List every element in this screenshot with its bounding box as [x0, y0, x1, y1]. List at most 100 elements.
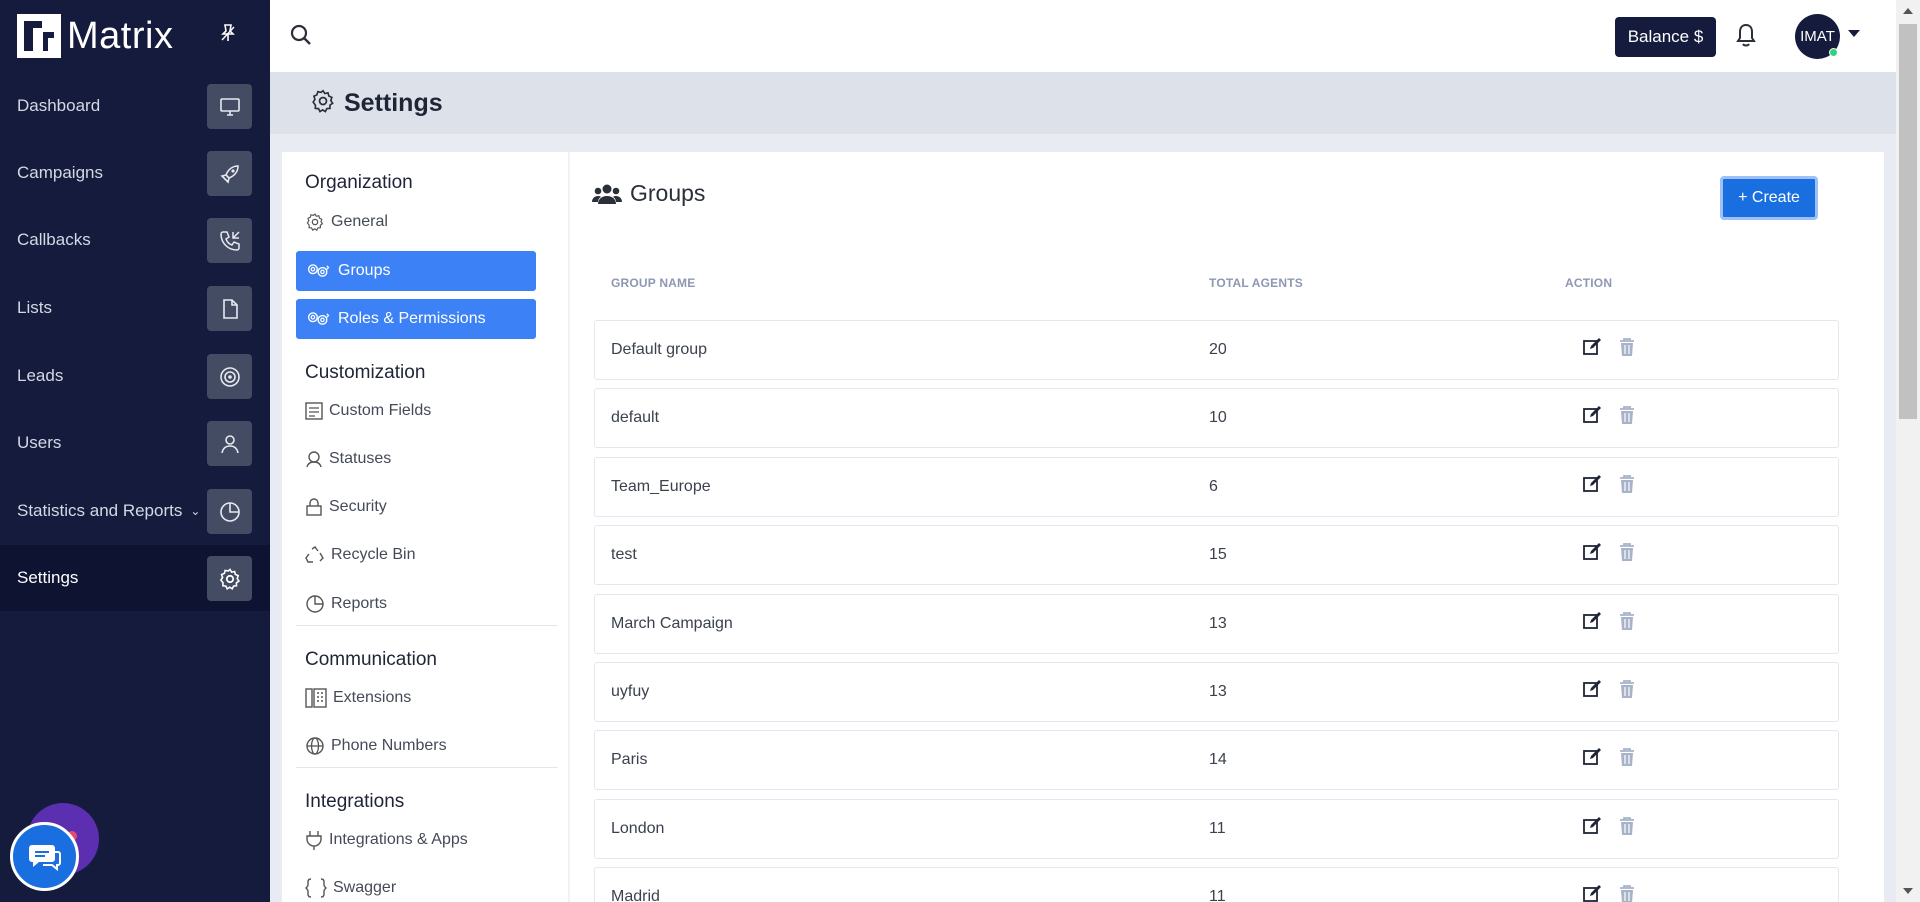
groups-title: Groups [592, 180, 705, 207]
table-row: London 11 [594, 798, 1839, 859]
total-agents-cell: 10 [1209, 409, 1227, 427]
row-actions [1582, 405, 1636, 425]
sidebar-item-label: Settings [17, 568, 79, 587]
roles-gear-icon [307, 312, 330, 325]
edit-icon[interactable] [1582, 884, 1602, 902]
total-agents-cell: 6 [1209, 477, 1218, 495]
target-icon [207, 354, 252, 399]
sidebar-item-leads[interactable]: Leads [0, 343, 270, 409]
trash-icon[interactable] [1618, 405, 1636, 425]
bell-icon[interactable] [1735, 22, 1757, 53]
subnav-item-reports[interactable]: Reports [305, 594, 387, 614]
trash-icon[interactable] [1618, 816, 1636, 836]
recycle-icon [305, 546, 324, 563]
avatar[interactable]: IMAT [1795, 14, 1840, 59]
edit-icon[interactable] [1582, 679, 1602, 699]
subnav-item-statuses[interactable]: Statuses [305, 450, 391, 468]
trash-icon[interactable] [1618, 474, 1636, 494]
subnav-item-general[interactable]: General [305, 212, 388, 232]
caret-down-icon[interactable] [1848, 30, 1860, 37]
table-row: Default group 20 [594, 320, 1839, 380]
trash-icon[interactable] [1618, 884, 1636, 902]
column-header-action: ACTION [1565, 276, 1613, 290]
sidebar-item-users[interactable]: Users [0, 410, 270, 476]
sidebar-item-statistics[interactable]: Statistics and Reports ⌄ [0, 478, 270, 544]
total-agents-cell: 11 [1209, 888, 1226, 902]
lock-icon [306, 498, 322, 516]
trash-icon[interactable] [1618, 337, 1636, 357]
section-title-organization: Organization [305, 172, 413, 193]
groups-section: Groups + Create GROUP NAME TOTAL AGENTS … [570, 152, 1884, 902]
edit-icon[interactable] [1582, 542, 1602, 562]
sidebar-item-campaigns[interactable]: Campaigns [0, 140, 270, 206]
sidebar-item-settings[interactable]: Settings [0, 545, 270, 611]
create-button[interactable]: + Create [1720, 176, 1818, 220]
total-agents-cell: 14 [1209, 751, 1227, 769]
search-icon[interactable] [290, 24, 312, 51]
user-icon [207, 421, 252, 466]
subnav-item-groups[interactable]: Groups [296, 251, 536, 291]
settings-panel: Organization General Groups Roles & Perm… [282, 152, 1884, 902]
subnav-item-label: Reports [331, 595, 388, 612]
subnav-item-label: Integrations & Apps [329, 831, 468, 848]
subnav-item-swagger[interactable]: Swagger [305, 878, 396, 898]
sidebar-item-label: Campaigns [17, 163, 103, 182]
subnav-item-phone-numbers[interactable]: Phone Numbers [305, 736, 447, 756]
section-title-customization: Customization [305, 362, 426, 383]
group-name-cell: March Campaign [611, 614, 733, 632]
section-title-communication: Communication [305, 649, 437, 670]
chevron-down-icon: ⌄ [190, 504, 201, 518]
gear-icon [310, 88, 336, 119]
rocket-icon [207, 151, 252, 196]
sidebar-item-callbacks[interactable]: Callbacks [0, 207, 270, 273]
section-title-integrations: Integrations [305, 791, 405, 812]
sidebar-item-dashboard[interactable]: Dashboard [0, 73, 270, 139]
scroll-up-arrow[interactable] [1903, 8, 1913, 14]
row-actions [1582, 542, 1636, 562]
row-actions [1582, 679, 1636, 699]
table-row: test 15 [594, 525, 1839, 586]
edit-icon[interactable] [1582, 747, 1602, 767]
subnav-item-custom-fields[interactable]: Custom Fields [305, 402, 431, 420]
scrollbar-thumb[interactable] [1899, 24, 1917, 419]
pie-chart-icon [207, 489, 252, 534]
edit-icon[interactable] [1582, 474, 1602, 494]
trash-icon[interactable] [1618, 611, 1636, 631]
page-title: Settings [344, 88, 443, 117]
chat-widget-button[interactable] [10, 822, 79, 891]
balance-button[interactable]: Balance $ [1615, 17, 1716, 57]
pin-icon[interactable] [220, 24, 236, 47]
topbar: Balance $ IMAT [270, 0, 1896, 72]
trash-icon[interactable] [1618, 679, 1636, 699]
column-header-group-name: GROUP NAME [611, 276, 696, 290]
sidebar-item-lists[interactable]: Lists [0, 275, 270, 341]
total-agents-cell: 15 [1209, 546, 1227, 564]
edit-icon[interactable] [1582, 611, 1602, 631]
subnav-item-label: Custom Fields [329, 402, 432, 419]
group-name-cell: Default group [611, 341, 708, 358]
scroll-down-arrow[interactable] [1903, 888, 1913, 894]
total-agents-cell: 11 [1209, 819, 1226, 837]
monitor-icon [207, 84, 252, 129]
globe-icon [306, 737, 324, 755]
page-scrollbar[interactable] [1896, 0, 1920, 902]
subnav-item-integrations-apps[interactable]: Integrations & Apps [305, 830, 468, 850]
edit-icon[interactable] [1582, 337, 1602, 357]
row-actions [1582, 337, 1636, 357]
subnav-item-recycle-bin[interactable]: Recycle Bin [305, 546, 415, 564]
group-name-cell: uyfuy [611, 683, 650, 700]
group-name-cell: default [611, 409, 660, 427]
trash-icon[interactable] [1618, 747, 1636, 767]
subnav-item-extensions[interactable]: Extensions [305, 688, 411, 708]
trash-icon[interactable] [1618, 542, 1636, 562]
subnav-item-label: Recycle Bin [331, 546, 416, 563]
sidebar-item-label: Statistics and Reports [17, 501, 183, 520]
subnav-item-roles-permissions[interactable]: Roles & Permissions [296, 299, 536, 339]
edit-icon[interactable] [1582, 405, 1602, 425]
table-row: Team_Europe 6 [594, 456, 1839, 517]
sidebar-item-label: Callbacks [17, 230, 91, 249]
subnav-item-security[interactable]: Security [305, 498, 387, 516]
subnav-item-label: Phone Numbers [331, 737, 447, 754]
edit-icon[interactable] [1582, 816, 1602, 836]
row-actions [1582, 884, 1636, 902]
